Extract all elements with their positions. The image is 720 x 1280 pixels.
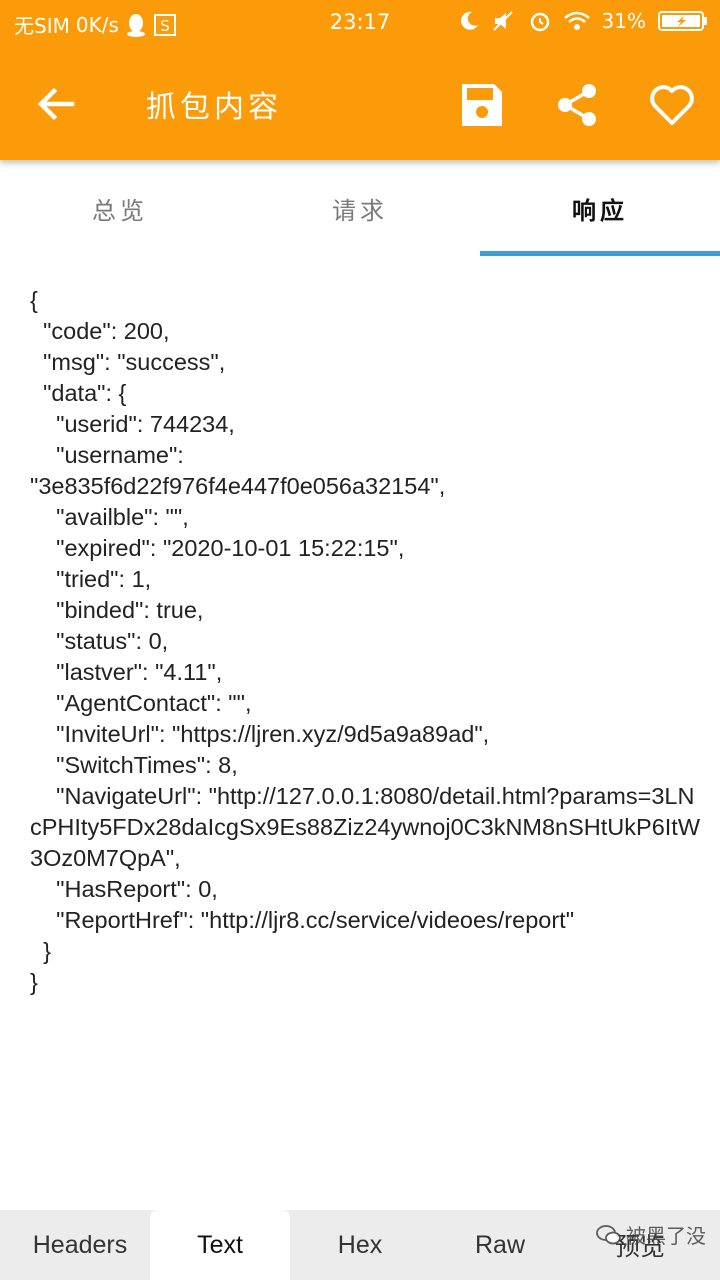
tab-overview[interactable]: 总览 xyxy=(0,160,240,256)
alarm-icon xyxy=(528,9,552,33)
tab-bar: 总览 请求 响应 xyxy=(0,160,720,256)
wechat-icon xyxy=(596,1224,622,1246)
battery-percent: 31% xyxy=(601,9,646,33)
save-icon[interactable] xyxy=(456,80,506,130)
status-bar: 无SIM 0K/s S 23:17 31% xyxy=(0,0,720,48)
bottom-tab-raw[interactable]: Raw xyxy=(430,1210,570,1280)
toolbar: 抓包内容 xyxy=(0,48,720,160)
watermark-text: 被黑了没 xyxy=(626,1224,706,1248)
battery-charging-icon xyxy=(658,10,708,32)
watermark: 被黑了没 xyxy=(596,1220,706,1249)
page-title: 抓包内容 xyxy=(146,90,282,125)
tab-request[interactable]: 请求 xyxy=(240,160,480,256)
bottom-tab-text[interactable]: Text xyxy=(150,1210,290,1280)
status-right: 31% xyxy=(458,9,708,33)
heart-icon[interactable] xyxy=(647,80,697,130)
mute-icon xyxy=(492,10,516,32)
bottom-tab-headers[interactable]: Headers xyxy=(10,1210,150,1280)
app-bar: 无SIM 0K/s S 23:17 31% 抓包内容 xyxy=(0,0,720,160)
tab-indicator xyxy=(480,251,720,256)
wifi-icon xyxy=(563,10,590,32)
response-body: { "code": 200, "msg": "success", "data":… xyxy=(30,287,700,995)
moon-icon xyxy=(458,10,480,32)
share-icon[interactable] xyxy=(552,80,602,130)
tab-response[interactable]: 响应 xyxy=(480,160,720,256)
bottom-tab-hex[interactable]: Hex xyxy=(290,1210,430,1280)
back-arrow-icon[interactable] xyxy=(30,78,82,130)
